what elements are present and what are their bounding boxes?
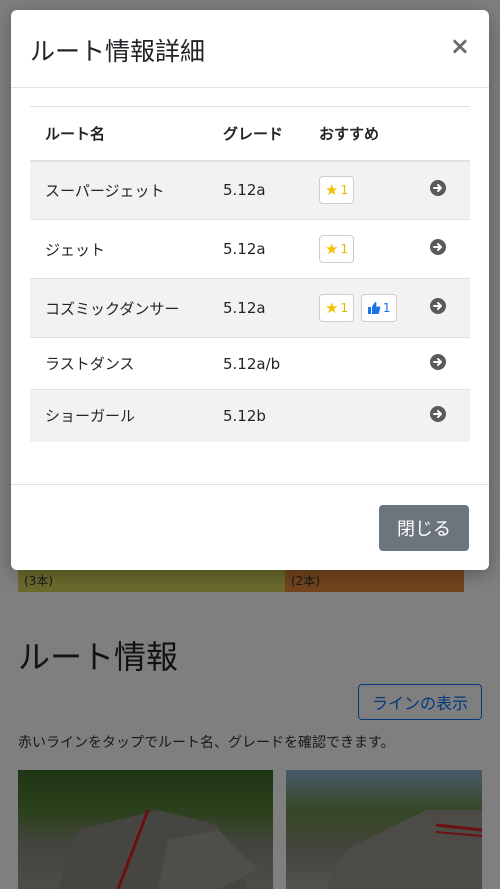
header-grade: グレード [223,124,284,143]
modal-footer: 閉じる [11,484,489,570]
star-count: 1 [340,183,349,198]
star-icon: ★ [325,181,339,200]
table-row[interactable]: ジェット 5.12a ★ 1 [30,219,470,279]
header-route-name: ルート名 [45,124,106,143]
table-header-row: ルート名 グレード おすすめ [30,106,470,161]
route-name: スーパージェット [30,160,208,220]
star-badge[interactable]: ★ 1 [319,235,355,263]
arrow-circle-right-icon[interactable] [430,180,446,197]
arrow-circle-right-icon[interactable] [430,298,446,314]
go-cell [430,160,470,220]
thumbs-up-badge[interactable]: 1 [360,294,397,322]
header-recommend: おすすめ [319,124,380,143]
thumbs-count: 1 [382,301,391,315]
route-name: ジェット [30,219,208,279]
star-count: 1 [340,242,349,256]
arrow-circle-right-icon[interactable] [430,405,446,422]
route-grade: 5.12a [208,219,304,279]
route-name: ラストダンス [30,337,208,390]
thumbs-up-icon [367,301,381,315]
star-badge[interactable]: ★ 1 [319,176,355,205]
arrow-circle-right-icon[interactable] [430,353,446,370]
recommend-cell [304,389,430,442]
star-count: 1 [340,301,349,315]
recommend-cell [304,337,430,390]
header-empty [430,107,470,161]
star-icon: ★ [325,299,339,317]
modal-title: ルート情報詳細 [30,37,206,66]
recommend-cell: ★ 1 [304,219,430,279]
table-row[interactable]: ショーガール 5.12b [30,389,470,442]
close-button[interactable]: 閉じる [379,505,469,551]
route-name: ショーガール [30,389,208,442]
table-row[interactable]: コズミックダンサー 5.12a ★ 1 1 [30,278,470,338]
arrow-circle-right-icon[interactable] [430,239,446,255]
route-name: コズミックダンサー [30,278,208,338]
route-grade: 5.12a [208,160,304,220]
recommend-cell: ★ 1 1 [304,278,430,338]
go-cell [430,278,470,338]
route-grade: 5.12b [208,389,304,442]
route-grade: 5.12a [208,278,304,338]
route-grade: 5.12a/b [208,337,304,390]
go-cell [430,219,470,279]
modal-body: ルート名 グレード おすすめ スーパージェット 5.12a ★ 1 ジェット 5… [30,106,470,442]
recommend-cell: ★ 1 [304,160,430,220]
table-row[interactable]: ラストダンス 5.12a/b [30,337,470,390]
go-cell [430,337,470,390]
modal-header: ルート情報詳細 × [11,10,489,88]
go-cell [430,389,470,442]
route-table: ルート名 グレード おすすめ スーパージェット 5.12a ★ 1 ジェット 5… [30,106,470,442]
star-badge[interactable]: ★ 1 [319,294,355,322]
close-x-button[interactable]: × [450,34,470,58]
star-icon: ★ [325,240,339,258]
route-detail-modal: ルート情報詳細 × ルート名 グレード おすすめ スーパージェット 5.12a … [11,10,489,570]
table-row[interactable]: スーパージェット 5.12a ★ 1 [30,160,470,220]
